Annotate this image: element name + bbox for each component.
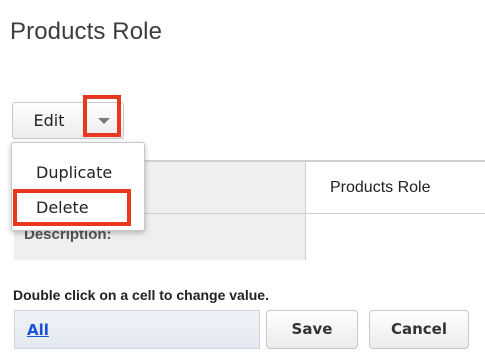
dropdown-toggle-highlight xyxy=(83,95,121,137)
role-name-value: Products Role xyxy=(330,179,431,196)
menu-item-duplicate[interactable]: Duplicate xyxy=(36,163,112,182)
all-filter-box: All xyxy=(14,310,260,349)
edit-button[interactable]: Edit xyxy=(13,103,85,138)
table-value-cell[interactable] xyxy=(306,214,485,260)
hint-text: Double click on a cell to change value. xyxy=(13,287,269,303)
all-link[interactable]: All xyxy=(27,321,49,339)
page-title: Products Role xyxy=(10,18,163,45)
delete-highlight xyxy=(13,189,131,226)
save-button[interactable]: Save xyxy=(266,310,358,349)
table-value-cell[interactable]: Products Role xyxy=(306,162,485,213)
cancel-button[interactable]: Cancel xyxy=(369,310,469,349)
